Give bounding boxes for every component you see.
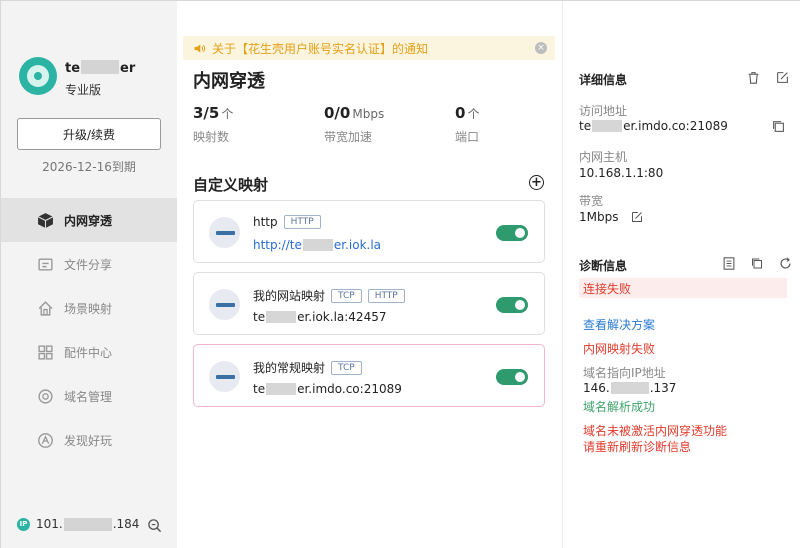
nav-item-intranet[interactable]: 内网穿透: [1, 198, 177, 242]
cube-icon: [37, 212, 54, 228]
domain-warning-line1: 域名未被激活内网穿透功能: [583, 424, 728, 438]
mapping-icon: [209, 217, 240, 248]
nav-item-accessory-center[interactable]: 配件中心: [1, 330, 177, 374]
user-plan: 专业版: [65, 83, 102, 97]
stat-ports: 0个 端口: [455, 104, 480, 144]
access-address-label: 访问地址: [579, 104, 628, 118]
redacted-block: [266, 311, 297, 323]
mapping-address-link[interactable]: http://te er.iok.la: [253, 238, 381, 252]
ip-badge-icon: IP: [17, 517, 30, 531]
mapping-card[interactable]: http HTTP http://te er.iok.la: [193, 200, 545, 263]
protocol-tag: TCP: [331, 360, 362, 375]
mapping-name: http: [253, 215, 278, 229]
bandwidth-value: 1Mbps: [579, 210, 619, 224]
search-icon[interactable]: [147, 518, 162, 533]
access-address-value: te er.imdo.co:21089: [579, 119, 728, 133]
redacted-block: [592, 120, 623, 132]
mapping-card[interactable]: 我的网站映射 TCP HTTP te er.iok.la:42457: [193, 272, 545, 335]
upgrade-button[interactable]: 升级/续费: [17, 118, 161, 150]
mapping-icon: [209, 361, 240, 392]
user-name: te er: [65, 60, 136, 76]
file-share-icon: [38, 257, 53, 271]
trash-icon[interactable]: [747, 71, 760, 84]
notice-bar[interactable]: 关于【花生壳用户账号实名认证】的通知 ×: [183, 36, 555, 60]
stat-mapping-count: 3/5 个 映射数: [193, 104, 234, 144]
expire-date: 2026-12-16到期: [42, 160, 136, 174]
edit-icon[interactable]: [776, 71, 789, 84]
dns-ip-value: 146. .137: [583, 381, 677, 395]
edit-bandwidth-icon[interactable]: [631, 211, 643, 223]
redacted-block: [266, 383, 297, 395]
mapping-toggle[interactable]: [496, 297, 528, 313]
mapping-address: te er.iok.la:42457: [253, 310, 387, 324]
mapping-icon: [209, 289, 240, 320]
log-icon[interactable]: [723, 257, 735, 270]
discover-icon: [38, 432, 53, 448]
section-title-custom-mapping: 自定义映射: [193, 176, 269, 194]
nav-item-scene-mapping[interactable]: 场景映射: [1, 286, 177, 330]
protocol-tag: HTTP: [367, 288, 405, 303]
connection-status-banner: 连接失败: [579, 278, 787, 298]
mapping-toggle[interactable]: [496, 369, 528, 385]
dns-resolved-text: 域名解析成功: [583, 400, 656, 414]
host-label: 内网主机: [579, 150, 628, 164]
user-avatar[interactable]: [19, 57, 57, 95]
bandwidth-label: 带宽: [579, 194, 604, 208]
copy-diagnosis-icon[interactable]: [751, 257, 763, 270]
domain-warning-line2: 请重新刷新诊断信息: [583, 440, 692, 454]
nav-item-file-share[interactable]: 文件分享: [1, 242, 177, 286]
mapping-name: 我的常规映射: [253, 361, 326, 375]
detail-panel: 详细信息 访问地址 te er.imdo.co:21089 内网主机 10.168…: [562, 1, 800, 548]
ip-address: IP 101. .184: [17, 517, 139, 531]
notice-text: 关于【花生壳用户账号实名认证】的通知: [212, 41, 429, 56]
grid-icon: [38, 344, 53, 360]
mapping-card-selected[interactable]: 我的常规映射 TCP te er.imdo.co:21089: [193, 344, 545, 407]
main-panel: 关于【花生壳用户账号实名认证】的通知 × 内网穿透 3/5 个 映射数 0/0 Mb…: [177, 1, 562, 548]
house-icon: [38, 300, 53, 316]
notice-close-icon[interactable]: ×: [535, 42, 547, 54]
redacted-block: [63, 517, 112, 531]
mapping-address: te er.imdo.co:21089: [253, 382, 402, 396]
protocol-tag: HTTP: [283, 215, 321, 229]
diagnosis-title: 诊断信息: [579, 259, 628, 273]
refresh-icon[interactable]: [779, 257, 792, 270]
domain-icon: [38, 388, 53, 404]
add-mapping-button[interactable]: +: [529, 175, 544, 190]
protocol-tag: TCP: [331, 288, 362, 303]
speaker-icon: [194, 43, 206, 53]
dns-ip-label: 域名指向IP地址: [583, 366, 666, 380]
details-title: 详细信息: [579, 73, 628, 87]
sidebar: te er 专业版 升级/续费 2026-12-16到期 内网穿透 文件分享 场景…: [1, 1, 177, 548]
mapping-name: 我的网站映射: [253, 289, 326, 303]
host-value: 10.168.1.1:80: [579, 166, 664, 180]
stat-bandwidth: 0/0 Mbps 带宽加速: [324, 104, 385, 144]
view-solution-link[interactable]: 查看解决方案: [583, 316, 655, 333]
copy-icon[interactable]: [772, 120, 785, 133]
nav-item-discover[interactable]: 发现好玩: [1, 418, 177, 462]
page-title: 内网穿透: [193, 71, 265, 92]
redacted-block: [610, 382, 649, 394]
redacted-block: [302, 239, 333, 251]
nav-item-domain-management[interactable]: 域名管理: [1, 374, 177, 418]
mapping-toggle[interactable]: [496, 225, 528, 241]
mapping-fail-text: 内网映射失败: [583, 342, 656, 356]
redacted-block: [81, 60, 120, 74]
sidebar-nav: 内网穿透 文件分享 场景映射 配件中心 域名管理 发现好玩: [1, 198, 177, 462]
